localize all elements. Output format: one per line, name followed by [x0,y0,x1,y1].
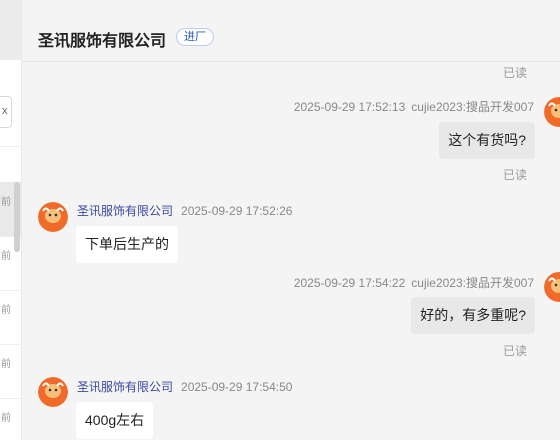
sidebar-scrollbar[interactable] [14,182,20,252]
message-meta: 2025-09-29 17:54:22 cujie2023:搜品开发007 [294,274,534,291]
message-sender: 圣讯服饰有限公司 [77,380,174,394]
conversation-item-time[interactable]: 前 [1,409,21,424]
message-meta: 2025-09-29 17:52:13 cujie2023:搜品开发007 [294,98,534,115]
ox-avatar-icon[interactable] [38,202,68,232]
message-meta: 圣讯服饰有限公司 2025-09-29 17:52:26 [77,202,292,219]
message-list[interactable]: 已读 2025-09-29 17:52:13 cujie2023:搜品开发007 … [22,62,560,440]
conversation-item-time[interactable]: 前 [1,301,21,316]
message-sender: 圣讯服饰有限公司 [77,204,174,218]
ox-avatar-icon[interactable] [544,272,560,302]
message-time: 2025-09-29 17:54:50 [181,380,293,394]
ox-avatar-icon[interactable] [38,377,68,407]
sidebar-divider [0,290,21,291]
read-receipt: 已读 [503,344,528,358]
message-sender: cujie2023:搜品开发007 [411,276,534,290]
chat-title: 圣讯服饰有限公司 [38,33,167,50]
sidebar-top-area [0,0,21,60]
sidebar-divider [0,146,21,147]
chat-header: 圣讯服饰有限公司 进厂 [22,14,560,62]
status-badge[interactable]: 进厂 [176,28,214,46]
message-bubble[interactable]: 400g左右 [76,402,154,439]
message-bubble[interactable]: 下单后生产的 [76,226,178,263]
sidebar-divider [0,344,21,345]
sidebar-search-input[interactable]: x [0,96,12,128]
message-bubble[interactable]: 好的，有多重呢? [411,297,535,334]
sidebar-divider [0,398,21,399]
message-meta: 圣讯服饰有限公司 2025-09-29 17:54:50 [77,378,292,395]
chat-panel: 圣讯服饰有限公司 进厂 已读 2025-09-29 17:52:13 cujie2… [22,14,560,440]
conversation-item-time[interactable]: 前 [1,355,21,370]
search-clear-icon[interactable]: x [2,105,8,117]
read-receipt: 已读 [503,168,528,182]
conversation-sidebar: x 前 前 前 前 前 [0,0,22,440]
message-time: 2025-09-29 17:52:13 [293,100,406,114]
message-sender: cujie2023:搜品开发007 [411,100,534,114]
ox-avatar-icon[interactable] [544,97,560,127]
read-receipt: 已读 [503,66,528,80]
message-time: 2025-09-29 17:52:26 [181,204,293,218]
message-time: 2025-09-29 17:54:22 [293,276,406,290]
message-bubble[interactable]: 这个有货吗? [439,122,535,159]
